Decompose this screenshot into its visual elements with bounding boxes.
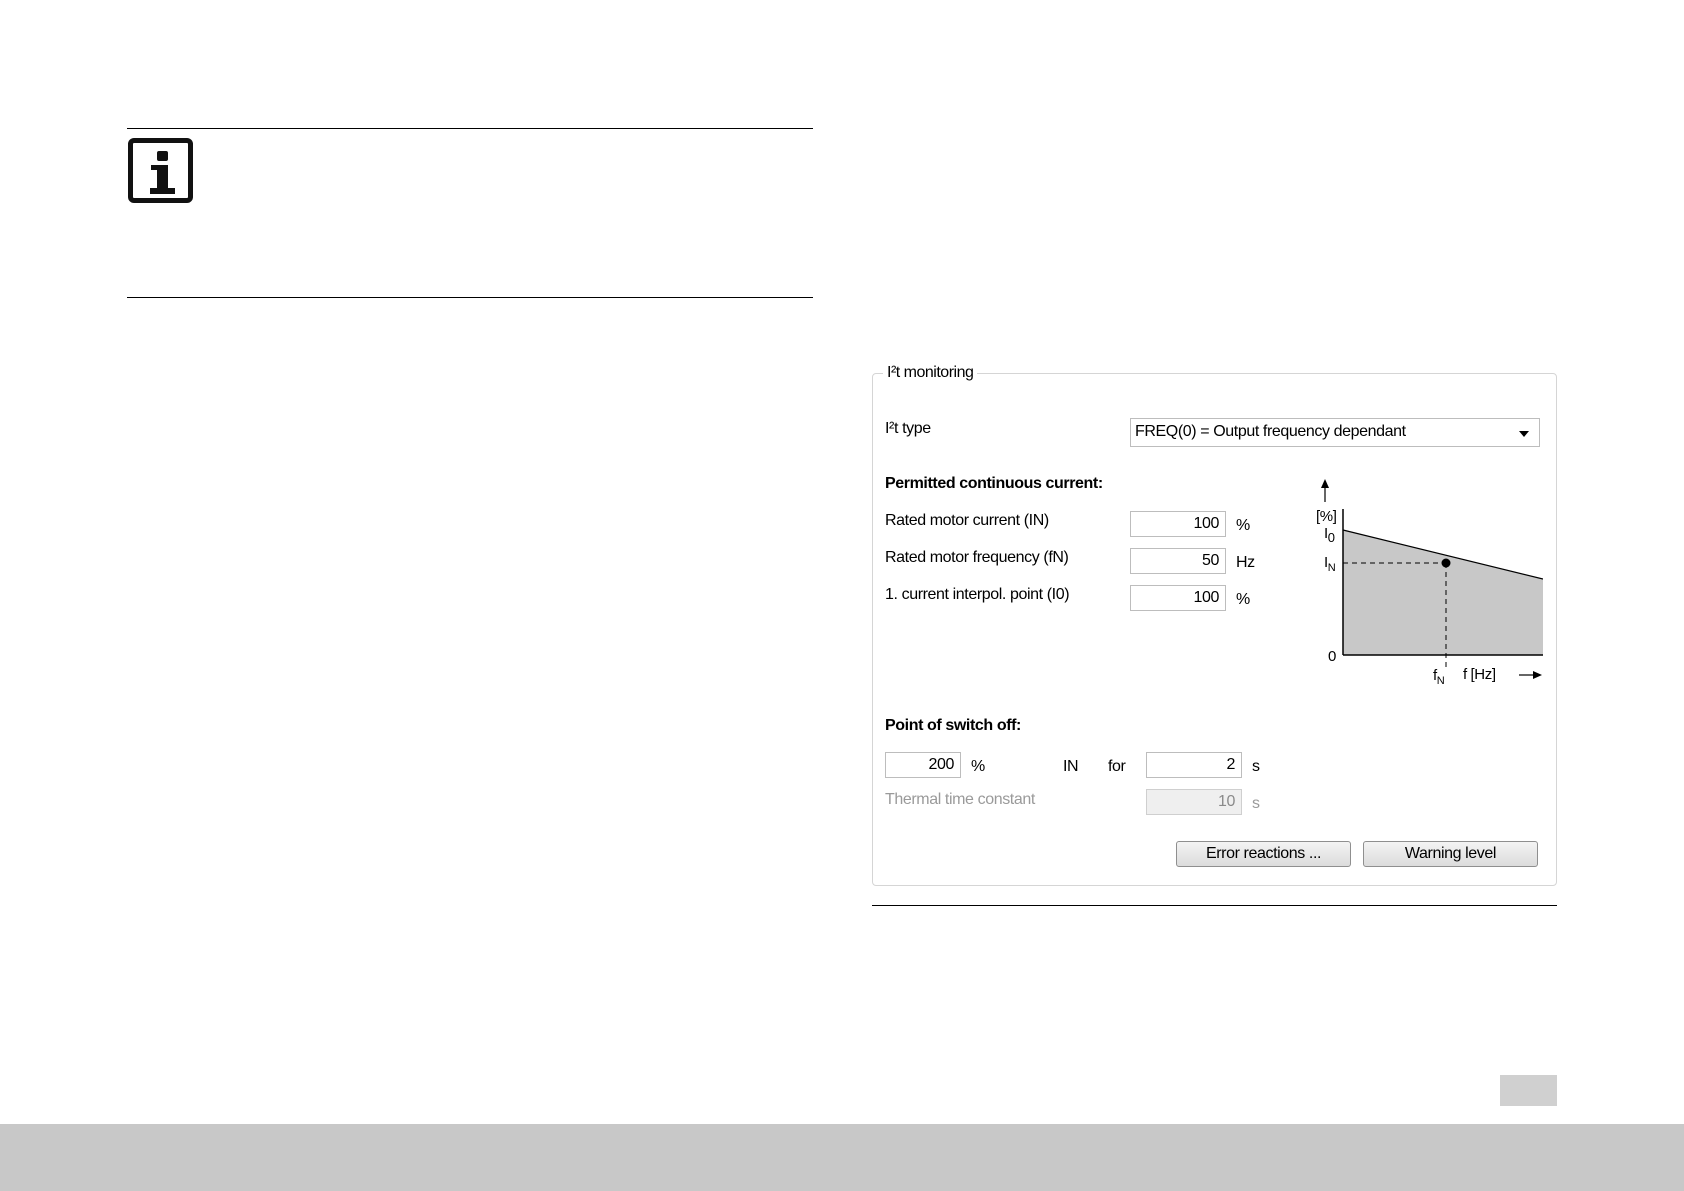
dialog-bottom-rule — [872, 905, 1557, 906]
graph-x-arrow-head — [1533, 671, 1542, 679]
graph-y-unit: [%] — [1316, 508, 1337, 525]
footer-bar — [0, 1124, 1684, 1191]
info-bottom-rule — [127, 297, 813, 298]
thermal-time-constant-unit: s — [1252, 795, 1260, 812]
top-rule — [127, 128, 813, 129]
section-switch-off: Point of switch off: — [885, 717, 1021, 734]
interpol-point-input[interactable]: 100 — [1130, 585, 1226, 611]
switch-off-percent-input[interactable]: 200 — [885, 752, 961, 778]
graph-area — [1343, 530, 1543, 655]
interpol-point-label: 1. current interpol. point (I0) — [885, 586, 1070, 603]
rated-frequency-label: Rated motor frequency (fN) — [885, 549, 1069, 566]
thermal-time-constant-input: 10 — [1146, 789, 1242, 815]
i2t-type-value: FREQ(0) = Output frequency dependant — [1135, 423, 1406, 440]
i2t-monitoring-group: I²t monitoring I²t type FREQ(0) = Output… — [872, 364, 1557, 886]
switch-off-time-unit: s — [1252, 758, 1260, 775]
section-continuous-current: Permitted continuous current: — [885, 475, 1103, 492]
switch-off-time-input[interactable]: 2 — [1146, 752, 1242, 778]
rated-current-label: Rated motor current (IN) — [885, 512, 1049, 529]
rated-current-unit: % — [1236, 517, 1250, 534]
graph-y-arrow-head — [1321, 479, 1329, 488]
rated-frequency-input[interactable]: 50 — [1130, 548, 1226, 574]
group-legend: I²t monitoring — [883, 364, 978, 382]
page-number-box — [1500, 1075, 1557, 1106]
interpol-point-unit: % — [1236, 591, 1250, 608]
switch-off-percent-unit: % — [971, 758, 985, 775]
graph-operating-point — [1441, 558, 1451, 568]
graph-in-label: IN — [1324, 554, 1336, 574]
i2t-type-label: I²t type — [885, 420, 931, 437]
info-icon — [128, 138, 193, 203]
thermal-time-constant-label: Thermal time constant — [885, 791, 1035, 808]
rated-frequency-unit: Hz — [1236, 554, 1255, 571]
graph-i0-label: I0 — [1324, 525, 1335, 545]
i2t-type-select[interactable]: FREQ(0) = Output frequency dependant — [1130, 418, 1540, 447]
graph-fn-label: fN — [1433, 667, 1445, 687]
warning-level-button[interactable]: Warning level — [1363, 841, 1538, 867]
chevron-down-icon[interactable] — [1519, 431, 1529, 437]
graph-zero-label: 0 — [1328, 648, 1336, 665]
switch-off-in-label: IN — [1063, 758, 1079, 775]
switch-off-for-label: for — [1108, 758, 1126, 775]
error-reactions-button[interactable]: Error reactions ... — [1176, 841, 1351, 867]
rated-current-input[interactable]: 100 — [1130, 511, 1226, 537]
i2t-characteristic-graph: [%] I0 IN 0 fN f [Hz] — [1316, 479, 1543, 687]
graph-x-label: f [Hz] — [1463, 666, 1496, 683]
